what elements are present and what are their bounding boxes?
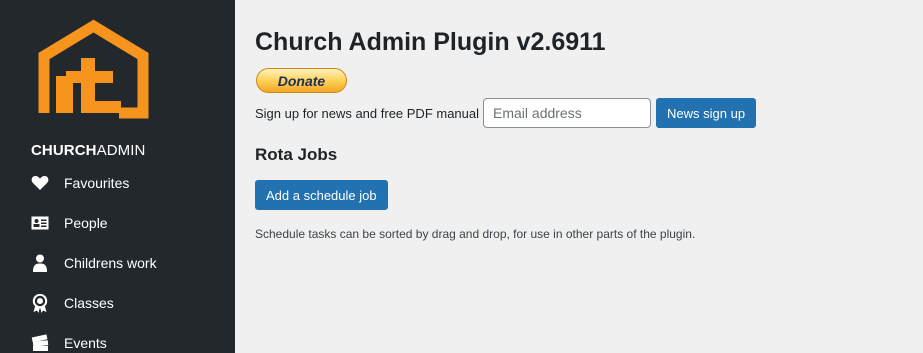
news-signup-form: Sign up for news and free PDF manual New… [255,98,757,128]
sidebar-item-people[interactable]: People [0,203,235,243]
signup-label: Sign up for news and free PDF manual [255,105,480,121]
heart-icon [30,173,50,193]
page-title: Church Admin Plugin v2.6911 [255,28,606,56]
brand-name-bold: CHURCH [31,142,97,159]
main-content: Church Admin Plugin v2.6911 Donate Sign … [255,0,923,353]
sidebar-item-label: Classes [64,295,114,311]
news-signup-button[interactable]: News sign up [656,98,757,128]
sidebar-item-classes[interactable]: Classes [0,283,235,323]
email-field[interactable] [483,98,652,128]
id-card-icon [30,213,50,233]
sidebar-menu: Favourites People Childrens work Classes… [0,163,235,353]
sidebar-item-label: People [64,215,108,231]
brand-name-light: ADMIN [96,142,146,159]
sidebar-item-events[interactable]: Events [0,323,235,353]
add-schedule-job-button[interactable]: Add a schedule job [255,180,388,210]
help-text: Schedule tasks can be sorted by drag and… [255,227,696,241]
sidebar-item-label: Favourites [64,175,130,191]
donate-button[interactable]: Donate [256,68,347,93]
sidebar-item-label: Events [64,335,107,351]
sidebar-item-favourites[interactable]: Favourites [0,163,235,203]
tickets-icon [30,333,50,353]
church-admin-logo[interactable] [36,18,151,121]
sidebar-item-childrens-work[interactable]: Childrens work [0,243,235,283]
sidebar-item-label: Childrens work [64,255,157,271]
award-icon [30,293,50,313]
person-icon [30,253,50,273]
brand-name: CHURCHADMIN [31,142,145,159]
section-title: Rota Jobs [255,145,338,164]
admin-sidebar: CHURCHADMIN Favourites People Childrens … [0,0,235,353]
